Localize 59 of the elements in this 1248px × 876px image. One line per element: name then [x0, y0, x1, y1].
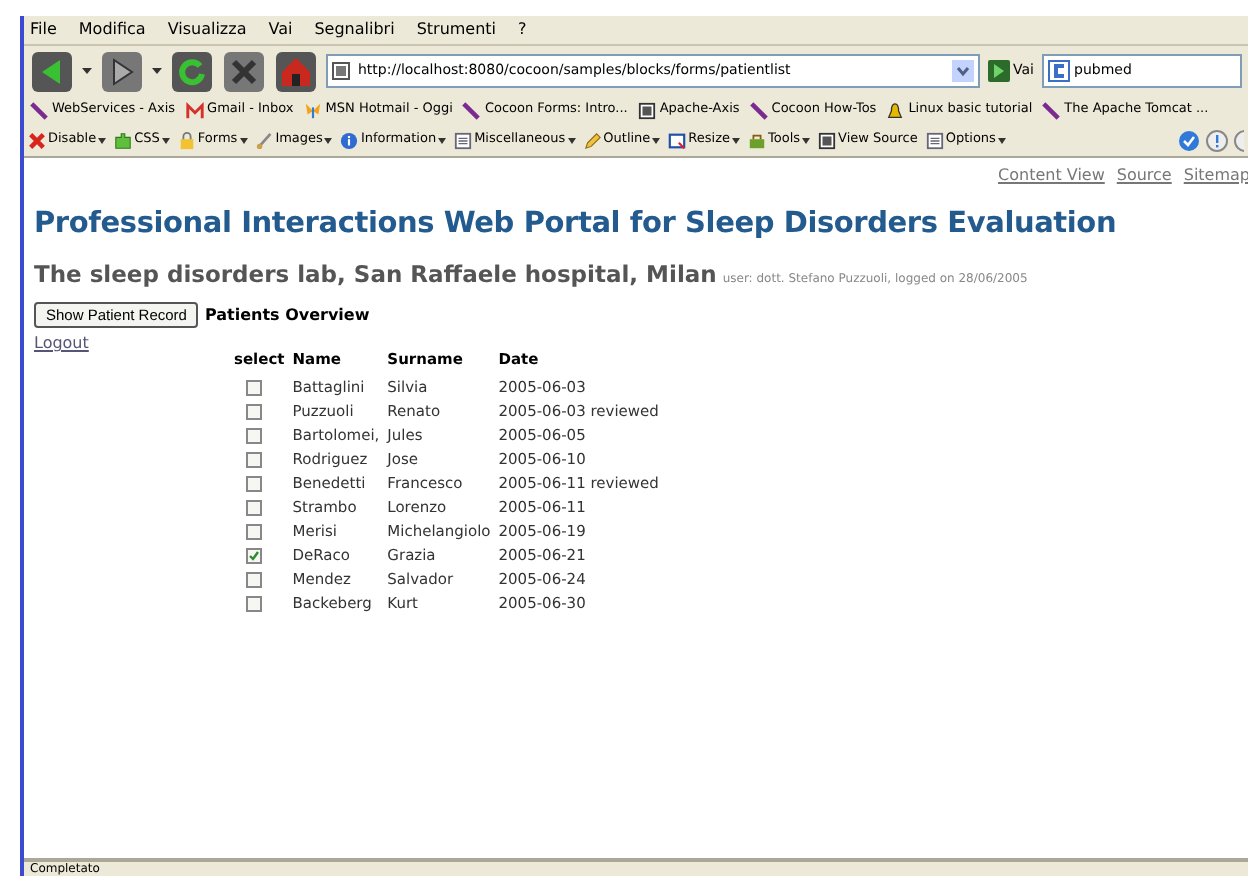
caret-icon[interactable] [152, 67, 162, 75]
menu-item[interactable]: Segnalibri [314, 18, 395, 42]
caret-icon [652, 137, 661, 143]
caret-icon [438, 137, 447, 143]
caret-icon [324, 137, 333, 143]
menu-item[interactable]: ? [518, 18, 527, 42]
checkbox[interactable] [246, 499, 262, 516]
stop-icon[interactable] [222, 49, 266, 93]
dropdown-icon[interactable] [951, 60, 974, 82]
cross-icon [28, 131, 46, 149]
checkbox[interactable] [246, 403, 262, 420]
checkbox[interactable] [246, 595, 262, 612]
pencil-icon [583, 131, 602, 149]
window-icon [668, 131, 687, 149]
caret-icon[interactable] [82, 67, 92, 75]
nav-link[interactable]: Source [1116, 164, 1172, 188]
search-engine-icon [1048, 60, 1070, 82]
checkbox[interactable] [246, 427, 262, 444]
menu-item[interactable]: Visualizza [167, 18, 247, 42]
lock-icon [177, 131, 196, 149]
checkbox[interactable] [246, 571, 262, 588]
go-arrow-icon [987, 60, 1010, 82]
page-icon [332, 62, 350, 80]
section-title: Patients Overview [204, 303, 370, 327]
butterfly-icon [303, 101, 322, 119]
page-title: Professional Interactions Web Portal for Sleep Disorders Evaluation [34, 206, 1119, 244]
menu-item[interactable]: File [30, 18, 57, 42]
logout-link[interactable]: Logout [34, 334, 89, 352]
subtitle: The sleep disorders lab, San Raffaele hospital, Milan [34, 257, 717, 292]
mail-icon [185, 101, 204, 119]
page-icon [637, 101, 656, 119]
info-circle-icon[interactable] [1206, 129, 1228, 151]
nav-link[interactable]: Content View [998, 164, 1105, 188]
checkbox[interactable] [246, 547, 262, 564]
menu-item[interactable]: Vai [268, 18, 293, 42]
caret-icon [161, 137, 170, 143]
forward-icon[interactable] [100, 49, 144, 93]
caret-icon [239, 137, 248, 143]
home-icon[interactable] [274, 49, 318, 93]
checkbox[interactable] [246, 523, 262, 540]
toolbox-icon [748, 131, 766, 149]
checkbox[interactable] [246, 451, 262, 468]
page-icon [818, 131, 837, 149]
back-icon[interactable] [30, 49, 74, 93]
brush-icon [255, 131, 274, 149]
caret-icon [98, 137, 107, 143]
caret-icon [997, 137, 1006, 143]
caret-icon [567, 137, 576, 143]
list-icon [925, 131, 944, 149]
menu-item[interactable]: Modifica [78, 18, 146, 42]
caret-icon [732, 137, 740, 143]
checkbox[interactable] [246, 475, 262, 492]
menu-item[interactable]: Strumenti [416, 18, 497, 42]
checkbox[interactable] [246, 379, 262, 396]
list-icon [454, 131, 473, 149]
check-circle-icon[interactable] [1178, 129, 1200, 151]
info-icon [340, 131, 359, 149]
caret-icon [802, 137, 811, 143]
reload-icon[interactable] [170, 49, 214, 93]
